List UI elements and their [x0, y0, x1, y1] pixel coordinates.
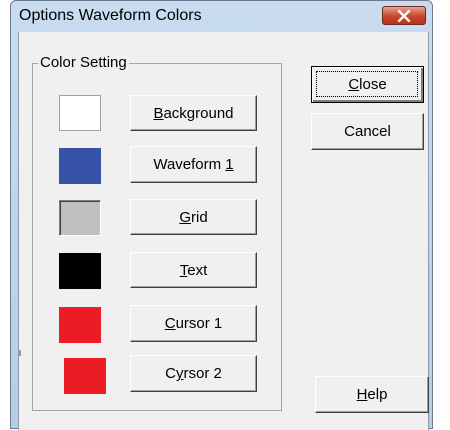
group-legend: Color Setting — [38, 54, 129, 71]
swatch-grid — [59, 200, 101, 236]
waveform-1-button[interactable]: Waveform 1 — [130, 146, 257, 183]
swatch-text — [59, 253, 101, 289]
close-button[interactable]: Close — [311, 66, 424, 103]
swatch-waveform-1 — [59, 148, 101, 184]
dialog-title: Options Waveform Colors — [19, 7, 202, 24]
background-button[interactable]: Background — [130, 95, 257, 131]
close-icon — [397, 9, 411, 22]
dialog-client-area: Color Setting Background Waveform 1 Grid… — [18, 32, 429, 430]
cancel-button[interactable]: Cancel — [311, 113, 424, 150]
left-edge-tick — [19, 350, 21, 356]
swatch-background — [59, 95, 101, 131]
help-button[interactable]: Help — [315, 376, 429, 413]
text-button[interactable]: Text — [130, 252, 257, 288]
cursor-2-button[interactable]: Cyrsor 2 — [130, 355, 257, 392]
swatch-cursor-1 — [59, 307, 101, 343]
grid-button[interactable]: Grid — [130, 199, 257, 235]
title-bar[interactable]: Options Waveform Colors — [11, 1, 432, 32]
cursor-1-button[interactable]: Cursor 1 — [130, 305, 257, 342]
window-close-button[interactable] — [382, 6, 426, 25]
swatch-cursor-2 — [64, 358, 106, 394]
options-dialog-window: Options Waveform Colors Color Setting Ba… — [10, 0, 433, 430]
focus-ring — [316, 71, 418, 97]
